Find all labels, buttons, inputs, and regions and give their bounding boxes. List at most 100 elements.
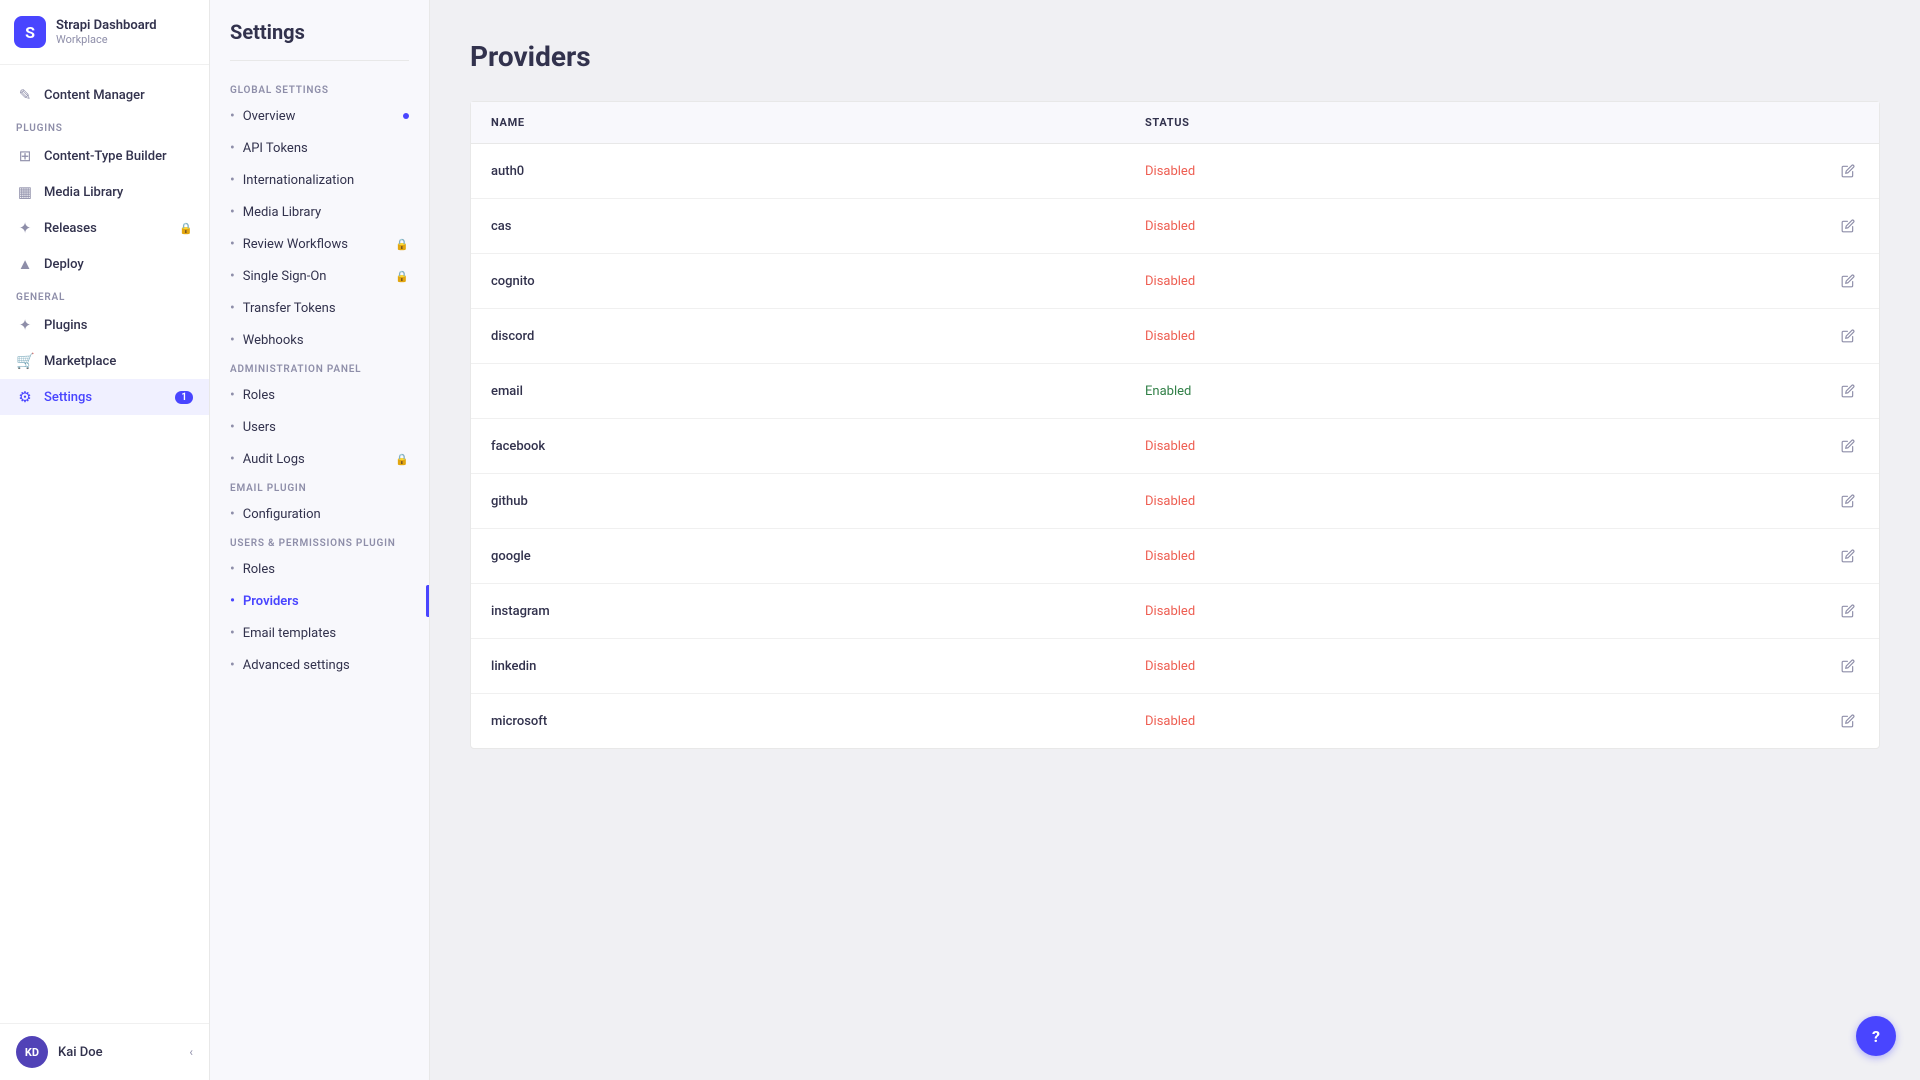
sidebar-item-settings[interactable]: ⚙ Settings 1 [0,379,209,415]
provider-status: Disabled [1145,604,1799,619]
provider-status: Enabled [1145,384,1799,399]
single-sign-on-lock-icon: 🔒 [395,270,409,283]
app-logo: S [14,16,46,48]
table-row: instagram Disabled [471,584,1879,639]
settings-item-api-tokens[interactable]: API Tokens [210,132,429,164]
sidebar-item-label: Releases [44,221,97,236]
edit-provider-button[interactable] [1799,710,1859,732]
edit-provider-button[interactable] [1799,545,1859,567]
sidebar-collapse-icon[interactable]: ‹ [189,1045,193,1059]
table-row: linkedin Disabled [471,639,1879,694]
page-title: Providers [470,40,1880,73]
sidebar-item-label: Media Library [44,185,123,200]
settings-item-overview[interactable]: Overview [210,100,429,132]
settings-badge: 1 [175,391,193,404]
review-workflows-lock-icon: 🔒 [395,238,409,251]
sidebar-item-media-library[interactable]: ▦ Media Library [0,174,209,210]
sidebar-item-label: Deploy [44,257,84,272]
settings-item-users[interactable]: Users [210,411,429,443]
table-row: google Disabled [471,529,1879,584]
settings-item-webhooks[interactable]: Webhooks [210,324,429,356]
releases-icon: ✦ [16,219,34,237]
provider-name: auth0 [491,164,1145,179]
table-row: github Disabled [471,474,1879,529]
content-manager-icon: ✎ [16,86,34,104]
settings-item-audit-logs[interactable]: Audit Logs 🔒 [210,443,429,475]
settings-item-single-sign-on[interactable]: Single Sign-On 🔒 [210,260,429,292]
col-status-header: STATUS [1145,116,1799,129]
provider-name: email [491,384,1145,399]
sidebar-section-general: GENERAL [0,282,209,307]
edit-provider-button[interactable] [1799,380,1859,402]
provider-status: Disabled [1145,659,1799,674]
settings-item-providers[interactable]: Providers [210,585,429,617]
settings-section-admin: ADMINISTRATION PANEL [210,356,429,379]
edit-provider-button[interactable] [1799,325,1859,347]
provider-name: instagram [491,604,1145,619]
settings-divider [230,60,409,61]
settings-item-configuration[interactable]: Configuration [210,498,429,530]
content-type-builder-icon: ⊞ [16,147,34,165]
provider-name: facebook [491,439,1145,454]
overview-dot [403,113,409,119]
sidebar-footer: KD Kai Doe ‹ [0,1023,209,1080]
sidebar-nav: ✎ Content Manager PLUGINS ⊞ Content-Type… [0,65,209,1023]
settings-section-global: GLOBAL SETTINGS [210,77,429,100]
settings-section-users-permissions: USERS & PERMISSIONS PLUGIN [210,530,429,553]
sidebar-item-label: Marketplace [44,354,116,369]
table-header: NAME STATUS [471,102,1879,144]
settings-item-up-roles[interactable]: Roles [210,553,429,585]
provider-status: Disabled [1145,219,1799,234]
provider-status: Disabled [1145,164,1799,179]
settings-item-media-library[interactable]: Media Library [210,196,429,228]
sidebar-section-plugins: PLUGINS [0,113,209,138]
settings-panel-title: Settings [210,20,429,60]
settings-item-transfer-tokens[interactable]: Transfer Tokens [210,292,429,324]
settings-item-email-templates[interactable]: Email templates [210,617,429,649]
sidebar-item-deploy[interactable]: ▲ Deploy [0,246,209,282]
edit-provider-button[interactable] [1799,435,1859,457]
releases-lock-icon: 🔒 [179,222,193,235]
main-content: Providers NAME STATUS auth0 Disabled cas… [430,0,1920,1080]
provider-name: microsoft [491,714,1145,729]
edit-provider-button[interactable] [1799,655,1859,677]
settings-item-roles[interactable]: Roles [210,379,429,411]
settings-item-advanced-settings[interactable]: Advanced settings [210,649,429,681]
deploy-icon: ▲ [16,255,34,273]
provider-name: discord [491,329,1145,344]
edit-provider-button[interactable] [1799,490,1859,512]
media-library-icon: ▦ [16,183,34,201]
table-row: microsoft Disabled [471,694,1879,748]
provider-name: linkedin [491,659,1145,674]
app-name: Strapi Dashboard [56,18,157,33]
sidebar-item-content-type-builder[interactable]: ⊞ Content-Type Builder [0,138,209,174]
audit-logs-lock-icon: 🔒 [395,453,409,466]
user-name: Kai Doe [58,1045,103,1060]
provider-status: Disabled [1145,274,1799,289]
edit-provider-button[interactable] [1799,215,1859,237]
sidebar-item-label: Content-Type Builder [44,149,167,164]
provider-name: cas [491,219,1145,234]
settings-item-review-workflows[interactable]: Review Workflows 🔒 [210,228,429,260]
table-row: cas Disabled [471,199,1879,254]
edit-provider-button[interactable] [1799,160,1859,182]
provider-status: Disabled [1145,714,1799,729]
sidebar-item-marketplace[interactable]: 🛒 Marketplace [0,343,209,379]
sidebar-item-content-manager[interactable]: ✎ Content Manager [0,77,209,113]
edit-provider-button[interactable] [1799,600,1859,622]
table-row: email Enabled [471,364,1879,419]
provider-status: Disabled [1145,329,1799,344]
sidebar: S Strapi Dashboard Workplace ✎ Content M… [0,0,210,1080]
table-row: discord Disabled [471,309,1879,364]
table-body: auth0 Disabled cas Disabled cognito Disa… [471,144,1879,748]
settings-item-internationalization[interactable]: Internationalization [210,164,429,196]
provider-name: google [491,549,1145,564]
sidebar-item-label: Content Manager [44,88,145,103]
edit-provider-button[interactable] [1799,270,1859,292]
sidebar-item-plugins[interactable]: ✦ Plugins [0,307,209,343]
sidebar-header: S Strapi Dashboard Workplace [0,0,209,65]
settings-icon: ⚙ [16,388,34,406]
help-button[interactable]: ? [1856,1016,1896,1056]
sidebar-item-label: Plugins [44,318,87,333]
sidebar-item-releases[interactable]: ✦ Releases 🔒 [0,210,209,246]
